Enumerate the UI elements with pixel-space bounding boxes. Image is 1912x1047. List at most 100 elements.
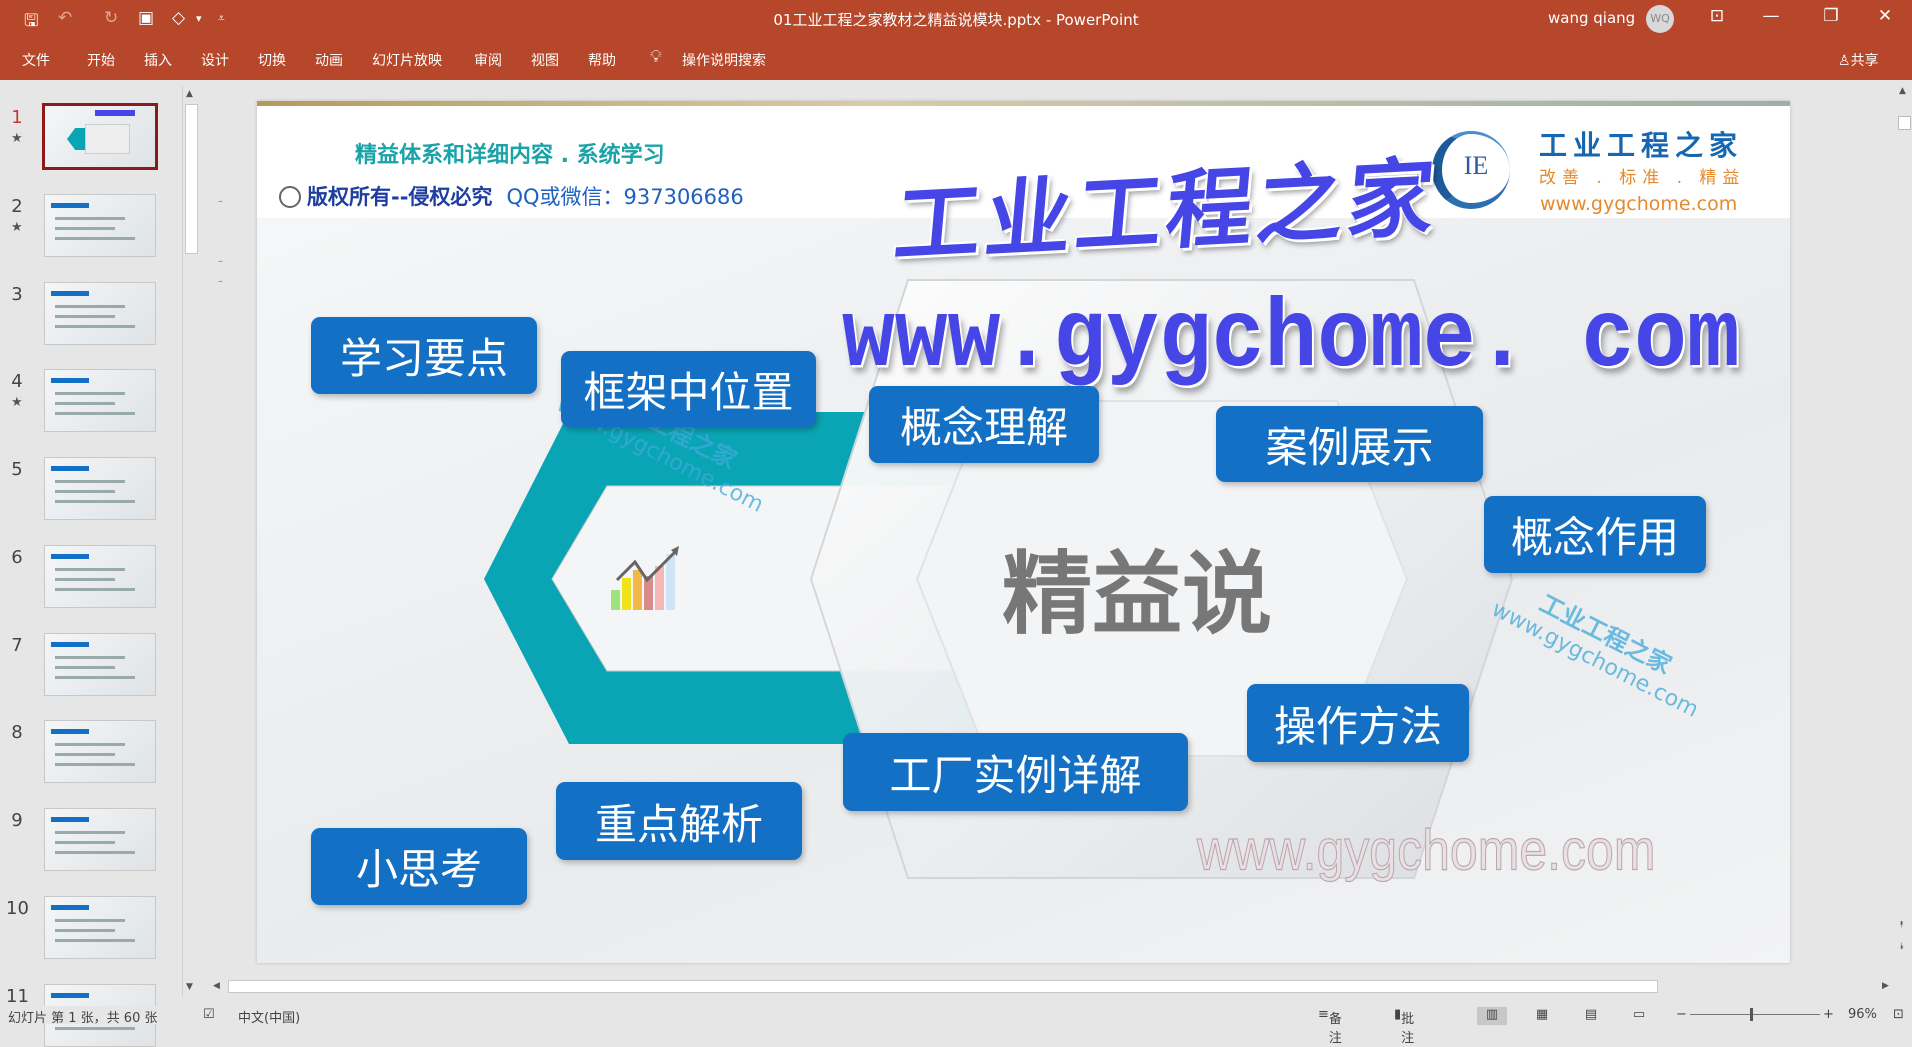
header-tagline: 精益体系和详细内容 . 系统学习 xyxy=(355,143,665,168)
slide-thumbnail[interactable] xyxy=(44,896,156,959)
topic-box[interactable]: 操作方法 xyxy=(1247,684,1469,762)
user-name[interactable]: wang qiang xyxy=(1548,9,1635,27)
slide-thumbnail[interactable] xyxy=(44,545,156,608)
share-button[interactable]: ♙共享 xyxy=(1838,50,1879,70)
tab-home[interactable]: 开始 xyxy=(87,50,115,70)
tab-file[interactable]: 文件 xyxy=(22,50,50,70)
close-button[interactable]: ✕ xyxy=(1870,6,1900,26)
slide-thumbnail[interactable] xyxy=(44,633,156,696)
topic-box[interactable]: 重点解析 xyxy=(556,782,802,860)
fit-to-window-icon[interactable]: ⊡ xyxy=(1893,1007,1904,1022)
slide-thumbnail[interactable] xyxy=(42,103,158,170)
scrollbar-thumb[interactable] xyxy=(1898,116,1911,130)
slide-thumbnail[interactable] xyxy=(44,369,156,432)
slide-number: 9 xyxy=(11,810,23,831)
slide-number: 5 xyxy=(11,459,23,480)
topic-box[interactable]: 概念作用 xyxy=(1484,496,1706,573)
comments-button[interactable]: ▮ 批注 xyxy=(1394,1007,1414,1046)
tab-review[interactable]: 审阅 xyxy=(474,50,502,70)
animation-star-icon: ★ xyxy=(11,220,23,235)
zoom-slider[interactable] xyxy=(1690,1014,1820,1015)
notes-button[interactable]: ≡ 备注 xyxy=(1318,1007,1342,1046)
zoom-in-button[interactable]: + xyxy=(1823,1007,1834,1022)
tab-insert[interactable]: 插入 xyxy=(144,50,172,70)
scroll-right-icon[interactable]: ▶ xyxy=(1882,981,1889,991)
slide-number: 10 xyxy=(6,898,29,919)
ribbon-display-options-icon[interactable]: ⊡ xyxy=(1702,6,1732,26)
person-icon: ♙ xyxy=(1838,53,1851,69)
previous-slide-icon[interactable]: ⯭ xyxy=(1899,920,1904,930)
slide-thumbnail[interactable] xyxy=(44,457,156,520)
slide-scrollbar[interactable]: ▲ ⯭ ⯯ xyxy=(1897,80,1912,996)
tab-transitions[interactable]: 切换 xyxy=(258,50,286,70)
tab-slideshow[interactable]: 幻灯片放映 xyxy=(372,50,442,70)
watermark-bottom-url: www.gygchome.com xyxy=(1197,817,1656,883)
watermark-url: www.gygchome. com xyxy=(842,286,1740,395)
topic-box[interactable]: 学习要点 xyxy=(311,317,537,394)
tab-design[interactable]: 设计 xyxy=(201,50,229,70)
share-label: 共享 xyxy=(1850,53,1879,69)
ribbon-tabs: 文件 开始 插入 设计 切换 动画 幻灯片放映 审阅 视图 帮助 💡︎ 操作说明… xyxy=(0,36,1912,80)
slide-number: 8 xyxy=(11,722,23,743)
topic-box[interactable]: 小思考 xyxy=(311,828,527,905)
slide-number: 3 xyxy=(11,284,23,305)
slide-number: 11 xyxy=(6,986,29,1007)
slide-number: 6 xyxy=(11,547,23,568)
topic-box[interactable]: 工厂实例详解 xyxy=(843,733,1188,811)
lightbulb-icon: 💡︎ xyxy=(650,47,662,67)
topic-box[interactable]: 框架中位置 xyxy=(561,351,816,427)
minimize-button[interactable]: — xyxy=(1756,6,1786,26)
next-slide-icon[interactable]: ⯯ xyxy=(1899,942,1904,952)
slide-canvas[interactable]: 精益体系和详细内容 . 系统学习 版权所有--侵权必究 QQ或微信：9373066… xyxy=(257,101,1790,963)
slide-number: 2 xyxy=(11,196,23,217)
animation-star-icon: ★ xyxy=(11,395,23,410)
slide-number: 4 xyxy=(11,371,23,392)
center-title: 精益说 xyxy=(1002,542,1272,647)
logo-name: 工业工程之家 xyxy=(1539,129,1744,162)
slide-thumbnail[interactable] xyxy=(44,282,156,345)
copyright-circle-icon xyxy=(279,186,301,208)
header-copyright: 版权所有--侵权必究 QQ或微信：937306686 xyxy=(279,181,744,211)
reading-view-icon[interactable]: ▤ xyxy=(1576,1007,1606,1025)
scroll-left-icon[interactable]: ◀ xyxy=(213,981,220,991)
restore-button[interactable]: ❐ xyxy=(1816,6,1846,26)
avatar[interactable]: WQ xyxy=(1646,5,1674,33)
tab-view[interactable]: 视图 xyxy=(531,50,559,70)
slide-sorter-icon[interactable]: ▦ xyxy=(1527,1007,1557,1025)
scroll-up-icon[interactable]: ▲ xyxy=(1899,86,1906,96)
slide-thumbnail[interactable] xyxy=(44,720,156,783)
slide-thumbnail[interactable] xyxy=(44,194,156,257)
logo-url: www.gygchome.com xyxy=(1540,193,1738,215)
guide-mark: – xyxy=(218,256,223,267)
tab-animations[interactable]: 动画 xyxy=(315,50,343,70)
animation-star-icon: ★ xyxy=(11,131,23,146)
slide-count: 幻灯片 第 1 张，共 60 张 xyxy=(8,1011,158,1026)
slide-thumbnail[interactable] xyxy=(44,808,156,871)
status-bar: 幻灯片 第 1 张，共 60 张 ☑ 中文(中国) ≡ 备注 ▮ 批注 ▥ ▦ … xyxy=(0,1006,1912,1046)
topic-box[interactable]: 概念理解 xyxy=(869,386,1099,463)
slide-number: 1 xyxy=(11,107,23,128)
slideshow-view-icon[interactable]: ▭ xyxy=(1624,1007,1654,1025)
zoom-out-button[interactable]: − xyxy=(1676,1007,1687,1022)
spell-check-icon[interactable]: ☑ xyxy=(203,1007,215,1022)
horizontal-scrollbar[interactable]: ◀ ▶ xyxy=(210,978,1897,995)
thumbnail-scrollbar[interactable]: ▲ ▼ xyxy=(182,86,199,996)
scrollbar-thumb[interactable] xyxy=(228,980,1658,993)
tell-me-search[interactable]: 操作说明搜索 xyxy=(682,50,766,70)
scroll-down-icon[interactable]: ▼ xyxy=(186,982,193,992)
tab-help[interactable]: 帮助 xyxy=(588,50,616,70)
scroll-up-icon[interactable]: ▲ xyxy=(186,89,193,99)
ie-logo: IE xyxy=(1432,131,1510,209)
growth-chart-icon xyxy=(611,546,679,610)
zoom-level[interactable]: 96% xyxy=(1848,1007,1877,1022)
copyright-text: 版权所有--侵权必究 xyxy=(307,185,493,209)
language[interactable]: 中文(中国) xyxy=(238,1007,300,1026)
normal-view-icon[interactable]: ▥ xyxy=(1477,1007,1507,1025)
contact-text: QQ或微信：937306686 xyxy=(506,185,744,209)
title-bar: 🖫 ↶ ↻ ▣ ◇ ▾ ⩡ 01工业工程之家教材之精益说模块.pptx - Po… xyxy=(0,0,1912,36)
topic-box[interactable]: 案例展示 xyxy=(1216,406,1483,482)
zoom-slider-thumb[interactable] xyxy=(1750,1008,1753,1021)
scrollbar-thumb[interactable] xyxy=(185,104,198,254)
logo-slogan: 改善 . 标准 . 精益 xyxy=(1539,168,1746,188)
guide-mark: – xyxy=(218,196,223,207)
